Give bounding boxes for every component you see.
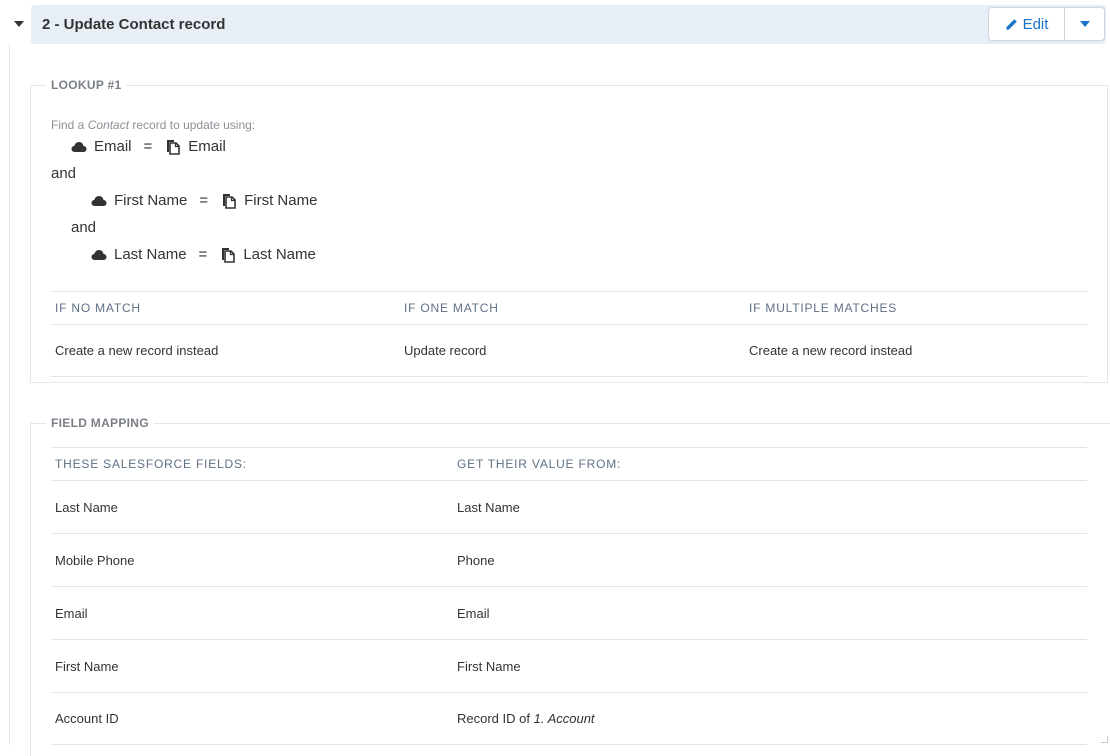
resize-handle-icon[interactable] [1101, 736, 1108, 743]
lookup-section: LOOKUP #1 Find a Contact record to updat… [30, 78, 1108, 383]
step-actions: Edit [988, 7, 1105, 41]
condition-joiner: and [71, 219, 97, 236]
step-title: 2 - Update Contact record [42, 16, 226, 33]
salesforce-field: Last Name [55, 499, 118, 515]
table-row: First Name First Name [51, 639, 1087, 692]
column-header: THESE SALESFORCE FIELDS: [55, 457, 247, 471]
salesforce-field: Account ID [55, 711, 119, 726]
column-header: GET THEIR VALUE FROM: [457, 457, 622, 471]
table-row: Email Email [51, 586, 1087, 639]
field-mapping-section: FIELD MAPPING THESE SALESFORCE FIELDS: G… [30, 416, 1110, 756]
field-mapping-table: THESE SALESFORCE FIELDS: GET THEIR VALUE… [51, 447, 1087, 745]
value-source: First Name [457, 658, 521, 674]
cloud-icon [91, 193, 107, 209]
match-behavior-table: IF NO MATCH IF ONE MATCH IF MULTIPLE MAT… [51, 291, 1087, 377]
no-match-action: Create a new record instead [55, 343, 219, 358]
table-row: Last Name Last Name [51, 480, 1087, 533]
multiple-matches-action: Create a new record instead [749, 343, 913, 358]
copy-icon [165, 139, 181, 155]
step-connector-line [9, 44, 10, 745]
cloud-icon [71, 139, 87, 155]
table-header-row: THESE SALESFORCE FIELDS: GET THEIR VALUE… [51, 447, 1087, 480]
value-source: Last Name [457, 499, 520, 515]
salesforce-field: Mobile Phone [55, 552, 135, 568]
value-source: Record ID of 1. Account [457, 711, 595, 726]
copy-icon [220, 247, 236, 263]
step-header: 2 - Update Contact record Edit [31, 5, 1106, 44]
one-match-action: Update record [404, 343, 487, 358]
edit-button-label: Edit [1022, 15, 1049, 33]
lookup-legend: LOOKUP #1 [51, 78, 122, 92]
field-mapping-legend: FIELD MAPPING [51, 416, 149, 430]
value-source: Email [457, 605, 490, 621]
pencil-icon [1005, 18, 1017, 30]
lookup-condition: First Name = First Name [91, 192, 317, 209]
column-header: IF NO MATCH [55, 301, 141, 315]
cloud-icon [91, 247, 107, 263]
collapse-caret-icon[interactable] [14, 21, 24, 27]
column-header: IF ONE MATCH [404, 301, 499, 315]
table-row: Create a new record instead Update recor… [51, 324, 1087, 377]
salesforce-field: First Name [55, 658, 119, 674]
chevron-down-icon [1079, 21, 1090, 27]
value-source: Phone [457, 552, 495, 568]
table-header-row: IF NO MATCH IF ONE MATCH IF MULTIPLE MAT… [51, 291, 1087, 324]
lookup-description: Find a Contact record to update using: [51, 118, 256, 132]
lookup-condition: Last Name = Last Name [91, 246, 316, 263]
table-row: Mobile Phone Phone [51, 533, 1087, 586]
edit-button[interactable]: Edit [989, 8, 1065, 40]
column-header: IF MULTIPLE MATCHES [749, 301, 898, 315]
salesforce-field: Email [55, 605, 88, 621]
more-actions-dropdown[interactable] [1065, 8, 1104, 40]
lookup-condition: Email = Email [71, 138, 226, 155]
condition-joiner: and [51, 165, 77, 182]
table-row: Account ID Record ID of 1. Account [51, 692, 1087, 745]
copy-icon [221, 193, 237, 209]
